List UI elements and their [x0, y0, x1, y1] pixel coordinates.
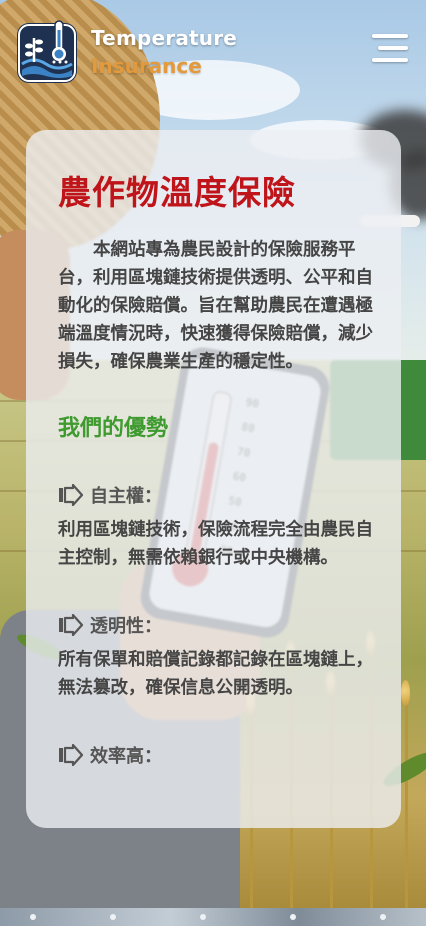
page-title: 農作物溫度保險 — [58, 173, 296, 212]
thermometer-plant-logo[interactable] — [16, 18, 78, 84]
hand-point-right-icon — [59, 484, 84, 506]
advantage-body: 利用區塊鏈技術，保險流程完全由農民自主控制，無需依賴銀行或中央機構。 — [58, 520, 373, 568]
content-card: 農作物溫度保險 本網站專為農民設計的保險服務平台，利用區塊鏈技術提供透明、公平和… — [26, 130, 401, 828]
advantage-heading: 效率高： — [90, 746, 162, 767]
advantage-heading: 自主權： — [90, 486, 162, 507]
hand-point-right-icon — [59, 614, 84, 636]
logo-icon — [17, 20, 77, 83]
intro-paragraph: 本網站專為農民設計的保險服務平台，利用區塊鏈技術提供透明、公平和自動化的保險賠償… — [58, 240, 373, 372]
advantage-body: 所有保單和賠償記錄都記錄在區塊鏈上，無法篡改，確保信息公開透明。 — [58, 650, 373, 698]
site-header: Temperature Insurance — [0, 0, 426, 100]
advantage-item: 透明性： 所有保單和賠償記錄都記錄在區塊鏈上，無法篡改，確保信息公開透明。 — [58, 612, 374, 702]
brand-name[interactable]: Temperature — [91, 26, 237, 50]
advantage-item: 效率高： — [58, 742, 374, 768]
advantages-title: 我們的優勢 — [58, 416, 169, 441]
brand-subname[interactable]: Insurance — [91, 54, 202, 78]
advantage-item: 自主權： 利用區塊鏈技術，保險流程完全由農民自主控制，無需依賴銀行或中央機構。 — [58, 482, 374, 572]
advantage-heading: 透明性： — [90, 616, 162, 637]
footer-strip — [0, 908, 426, 926]
hand-point-right-icon — [59, 744, 84, 766]
hamburger-menu-icon[interactable] — [368, 30, 412, 66]
